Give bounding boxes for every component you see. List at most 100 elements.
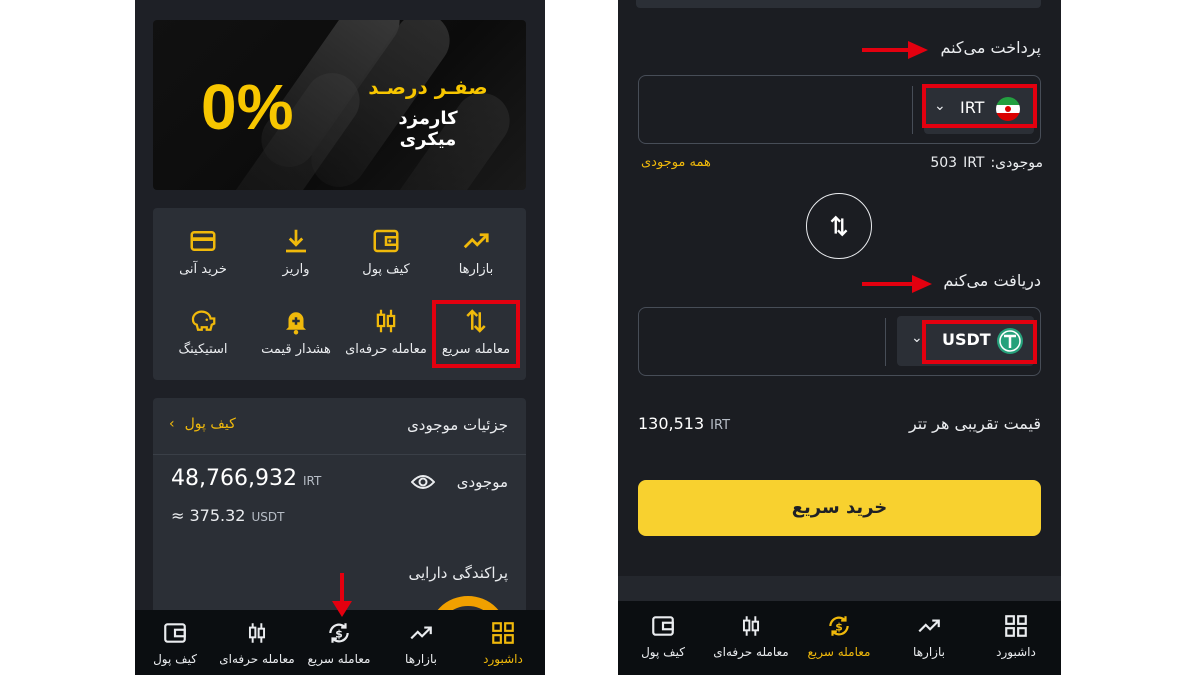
wallet-link-label: کیف پول	[184, 416, 236, 432]
nav-markets[interactable]: بازارها	[378, 620, 464, 666]
left-screen: 0% صفـر درصـد کارمزد میکری بازارها کیف پ…	[135, 0, 545, 675]
balance-value: 48,766,932	[171, 466, 297, 491]
nav-markets[interactable]: بازارها	[886, 613, 972, 659]
balance-label: موجودی:	[990, 155, 1043, 171]
nav-quick-trade[interactable]: $ معامله سریع	[796, 613, 882, 659]
dashboard-grid-icon	[490, 620, 516, 646]
wallet-icon	[650, 613, 676, 639]
balance-amount: 48,766,932 IRT	[171, 466, 321, 491]
nav-label: معامله سریع	[807, 645, 871, 659]
candlestick-icon	[244, 620, 270, 646]
all-balance-label: همه موجودی	[641, 155, 711, 170]
price-unit: IRT	[710, 418, 731, 433]
quick-buy-button[interactable]: خرید سریع	[638, 480, 1041, 536]
trend-chart-icon	[408, 620, 434, 646]
approx-amount: ≈ 375.32 USDT	[171, 506, 284, 525]
nav-label: کیف پول	[153, 652, 197, 666]
dashboard-grid-icon	[1003, 613, 1029, 639]
banner-percent: 0%	[201, 71, 294, 143]
top-card-edge	[636, 0, 1041, 8]
balance-unit: IRT	[963, 155, 985, 171]
price-label: قیمت تقریبی هر تتر	[908, 414, 1041, 433]
section-divider	[618, 576, 1061, 601]
shortcut-wallet[interactable]: کیف پول	[341, 226, 431, 277]
nav-wallet[interactable]: کیف پول	[135, 620, 218, 666]
pay-amount-field[interactable]: ⌄ IRT	[638, 75, 1041, 144]
annotation-highlight-box	[922, 84, 1037, 128]
all-balance-link[interactable]: همه موجودی	[641, 155, 711, 170]
shortcut-instant-buy[interactable]: خرید آنی	[158, 226, 248, 277]
annotation-arrow-right	[862, 274, 932, 294]
download-icon	[281, 226, 311, 256]
candlestick-icon	[371, 306, 401, 336]
credit-card-icon	[188, 226, 218, 256]
shortcut-price-alert[interactable]: هشدار قیمت	[251, 306, 341, 357]
candlestick-icon	[738, 613, 764, 639]
banner-title: صفـر درصـد	[368, 75, 488, 99]
shortcut-staking[interactable]: استیکینگ	[158, 306, 248, 357]
annotation-highlight-box	[922, 320, 1037, 364]
nav-label: معامله حرفه‌ای	[219, 652, 295, 666]
trend-chart-icon	[916, 613, 942, 639]
approx-value: ≈ 375.32	[171, 506, 246, 525]
balance-unit: IRT	[302, 474, 322, 488]
nav-label: داشبورد	[483, 652, 523, 666]
svg-text:$: $	[835, 620, 843, 633]
wallet-icon	[162, 620, 188, 646]
right-screen: پرداخت می‌کنم ⌄ IRT همه موجودی موجودی: I…	[618, 0, 1061, 675]
banner-subtitle: کارمزد میکری	[398, 108, 458, 150]
shortcut-label: استیکینگ	[178, 342, 228, 357]
bottom-nav: داشبورد بازارها $ معامله سریع معامله حرف…	[618, 601, 1061, 675]
nav-pro-trade[interactable]: معامله حرفه‌ای	[214, 620, 300, 666]
nav-label: معامله سریع	[307, 652, 371, 666]
balance-label: موجودی	[456, 473, 508, 491]
shortcut-pro-trade[interactable]: معامله حرفه‌ای	[341, 306, 431, 357]
price-value: 130,513	[638, 414, 705, 433]
promo-banner[interactable]: 0% صفـر درصـد کارمزد میکری	[153, 20, 526, 190]
shortcut-grid: بازارها کیف پول واریز خرید آنی معامله سر…	[153, 208, 526, 380]
chevron-left-icon: ‹	[169, 416, 175, 432]
wallet-link[interactable]: ‹ کیف پول	[169, 416, 236, 432]
shortcut-deposit[interactable]: واریز	[251, 226, 341, 277]
piggy-bank-icon	[188, 306, 218, 336]
nav-pro-trade[interactable]: معامله حرفه‌ای	[708, 613, 794, 659]
distribution-title: پراکندگی دارایی	[408, 564, 508, 582]
nav-label: داشبورد	[996, 645, 1036, 659]
shortcut-label: بازارها	[458, 262, 494, 277]
swap-direction-button[interactable]	[806, 193, 872, 259]
bottom-nav: داشبورد بازارها $ معامله سریع معامله حرف…	[135, 610, 545, 675]
shortcut-label: خرید آنی	[179, 262, 227, 277]
nav-quick-trade[interactable]: $ معامله سریع	[296, 620, 382, 666]
nav-label: بازارها	[405, 652, 437, 666]
wallet-icon	[371, 226, 401, 256]
nav-label: کیف پول	[641, 645, 685, 659]
nav-label: بازارها	[913, 645, 945, 659]
pay-balance: موجودی: IRT 503	[930, 155, 1043, 171]
eye-icon[interactable]	[411, 472, 435, 492]
approx-unit: USDT	[251, 510, 285, 524]
receive-amount-field[interactable]: ⌄ USDT	[638, 307, 1041, 376]
shortcut-label: واریز	[282, 262, 310, 277]
shortcut-markets[interactable]: بازارها	[431, 226, 521, 277]
shortcut-label: معامله حرفه‌ای	[345, 342, 427, 357]
nav-dashboard[interactable]: داشبورد	[460, 620, 545, 666]
details-title: جزئیات موجودی	[407, 416, 508, 434]
trend-chart-icon	[461, 226, 491, 256]
chevron-down-icon: ⌄	[911, 330, 923, 346]
svg-text:$: $	[335, 627, 343, 640]
annotation-highlight-box	[432, 300, 520, 368]
nav-dashboard[interactable]: داشبورد	[973, 613, 1059, 659]
receive-label: دریافت می‌کنم	[943, 271, 1041, 290]
price-amount: 130,513 IRT	[638, 414, 730, 433]
annotation-arrow-right	[862, 40, 928, 60]
shortcut-label: هشدار قیمت	[261, 342, 331, 357]
shortcut-label: کیف پول	[362, 262, 410, 277]
dollar-swap-icon: $	[326, 620, 352, 646]
swap-arrows-icon	[826, 213, 852, 239]
pay-label: پرداخت می‌کنم	[940, 38, 1041, 57]
nav-wallet[interactable]: کیف پول	[620, 613, 706, 659]
annotation-arrow-down	[331, 573, 353, 617]
balance-value: 503	[930, 155, 958, 171]
nav-label: معامله حرفه‌ای	[713, 645, 789, 659]
dollar-swap-icon: $	[826, 613, 852, 639]
